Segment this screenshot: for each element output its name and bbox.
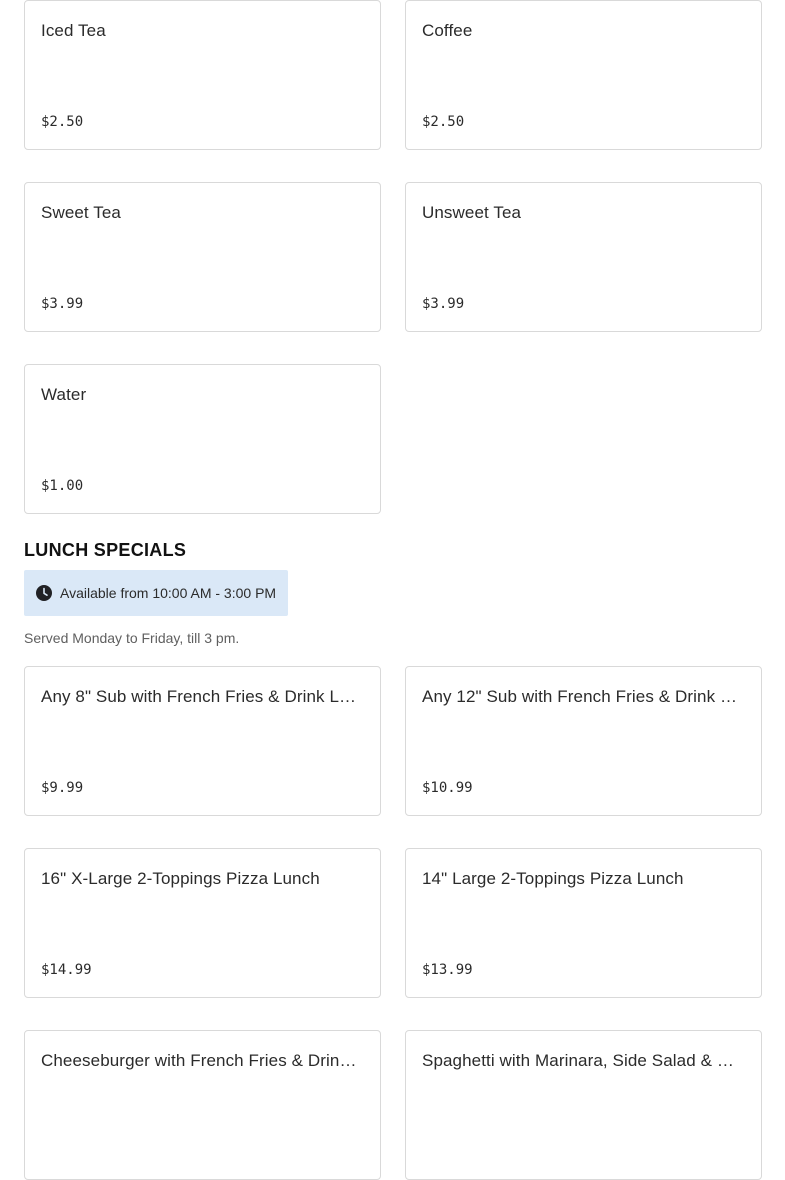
menu-item-name: Spaghetti with Marinara, Side Salad & Dr…: [422, 1051, 745, 1070]
menu-item-price: $3.99: [41, 296, 84, 312]
menu-item-name: Iced Tea: [41, 21, 106, 40]
menu-item-price: $3.99: [422, 296, 465, 312]
menu-item-card[interactable]: Water $1.00: [24, 364, 381, 514]
menu-item-name: Any 12" Sub with French Fries & Drink Lu…: [422, 687, 745, 706]
menu-item-card[interactable]: Coffee $2.50: [405, 0, 762, 150]
section-note: Served Monday to Friday, till 3 pm.: [24, 630, 240, 646]
clock-icon: [36, 585, 52, 601]
menu-item-name: Coffee: [422, 21, 473, 40]
menu-item-price: $2.50: [422, 114, 465, 130]
menu-item-name: Any 8" Sub with French Fries & Drink Lun…: [41, 687, 364, 706]
menu-item-card[interactable]: 16" X-Large 2-Toppings Pizza Lunch $14.9…: [24, 848, 381, 998]
menu-item-card[interactable]: Cheeseburger with French Fries & Drink L…: [24, 1030, 381, 1180]
menu-item-card[interactable]: Any 8" Sub with French Fries & Drink Lun…: [24, 666, 381, 816]
availability-text: Available from 10:00 AM - 3:00 PM: [60, 585, 277, 601]
menu-item-price: $10.99: [422, 780, 473, 796]
menu-item-price: $13.99: [422, 962, 473, 978]
menu-item-name: 14" Large 2-Toppings Pizza Lunch: [422, 869, 684, 888]
menu-item-name: 16" X-Large 2-Toppings Pizza Lunch: [41, 869, 320, 888]
menu-item-card[interactable]: Any 12" Sub with French Fries & Drink Lu…: [405, 666, 762, 816]
menu-item-price: $1.00: [41, 478, 84, 494]
menu-item-card[interactable]: Iced Tea $2.50: [24, 0, 381, 150]
lunch-grid: Any 8" Sub with French Fries & Drink Lun…: [24, 666, 762, 1180]
menu-item-name: Unsweet Tea: [422, 203, 522, 222]
menu-item-card[interactable]: Sweet Tea $3.99: [24, 182, 381, 332]
menu-item-price: $14.99: [41, 962, 92, 978]
menu-item-card[interactable]: Spaghetti with Marinara, Side Salad & Dr…: [405, 1030, 762, 1180]
menu-item-name: Water: [41, 385, 87, 404]
availability-banner: Available from 10:00 AM - 3:00 PM: [24, 570, 289, 616]
menu-item-price: $9.99: [41, 780, 84, 796]
menu-item-name: Cheeseburger with French Fries & Drink L…: [41, 1051, 364, 1070]
drinks-grid: Iced Tea $2.50 Coffee $2.50 Sweet Tea $3…: [24, 0, 762, 514]
menu-item-card[interactable]: 14" Large 2-Toppings Pizza Lunch $13.99: [405, 848, 762, 998]
menu-item-card[interactable]: Unsweet Tea $3.99: [405, 182, 762, 332]
menu-item-name: Sweet Tea: [41, 203, 121, 222]
section-title: LUNCH SPECIALS: [24, 540, 187, 560]
menu-item-price: $2.50: [41, 114, 84, 130]
